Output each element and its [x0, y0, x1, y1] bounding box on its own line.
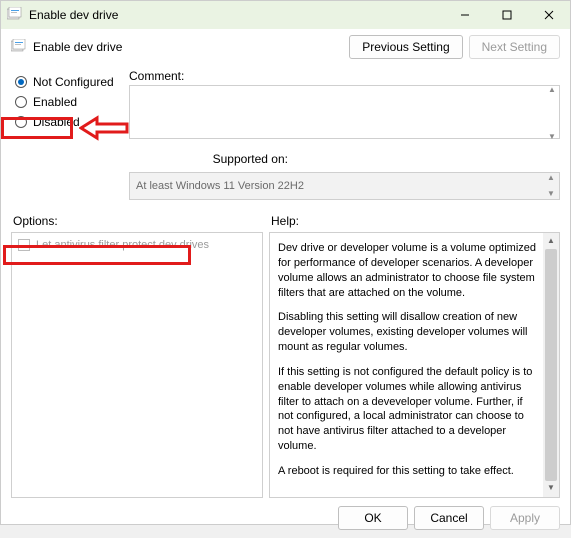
content-area: Enable dev drive Previous Setting Next S… — [1, 29, 570, 538]
radio-label: Enabled — [33, 95, 77, 109]
scroll-up-icon[interactable]: ▲ — [544, 174, 558, 182]
supported-on-field: At least Windows 11 Version 22H2 ▲ ▼ — [129, 172, 560, 200]
scroll-down-icon[interactable]: ▼ — [545, 133, 559, 141]
radio-enabled[interactable]: Enabled — [15, 95, 129, 109]
dialog-footer: OK Cancel Apply — [11, 498, 560, 530]
section-labels: Options: Help: — [11, 214, 560, 228]
antivirus-checkbox[interactable]: Let antivirus filter protect dev drives — [18, 239, 256, 251]
policy-name-label: Enable dev drive — [33, 40, 349, 54]
policy-icon — [11, 39, 27, 55]
radio-circle-icon — [15, 96, 27, 108]
help-scrollbar[interactable]: ▲ ▼ — [543, 233, 559, 497]
radio-not-configured[interactable]: Not Configured — [15, 75, 129, 89]
close-button[interactable] — [528, 1, 570, 29]
radio-circle-icon — [15, 116, 27, 128]
help-paragraph: A reboot is required for this setting to… — [278, 464, 537, 479]
comment-scroll[interactable]: ▲ ▼ — [545, 86, 559, 141]
help-paragraph: Disabling this setting will disallow cre… — [278, 310, 537, 355]
policy-header-row: Enable dev drive Previous Setting Next S… — [11, 35, 560, 59]
policy-editor-window: Enable dev drive Enable dev drive Previo… — [0, 0, 571, 525]
ok-button[interactable]: OK — [338, 506, 408, 530]
checkbox-icon — [18, 239, 30, 251]
help-pane: Dev drive or developer volume is a volum… — [269, 232, 560, 498]
checkbox-label: Let antivirus filter protect dev drives — [36, 239, 209, 251]
supported-on-value: At least Windows 11 Version 22H2 — [136, 180, 304, 192]
apply-button: Apply — [490, 506, 560, 530]
supported-on-label: Supported on: — [213, 152, 288, 166]
radio-label: Not Configured — [33, 75, 114, 89]
comment-label: Comment: — [129, 69, 560, 83]
panes-row: Let antivirus filter protect dev drives … — [11, 232, 560, 498]
scroll-down-icon[interactable]: ▼ — [544, 190, 558, 198]
radio-circle-icon — [15, 76, 27, 88]
radio-label: Disabled — [33, 115, 80, 129]
maximize-button[interactable] — [486, 1, 528, 29]
titlebar: Enable dev drive — [1, 1, 570, 29]
next-setting-button: Next Setting — [469, 35, 560, 59]
annotation-arrow-icon — [79, 113, 139, 143]
scroll-down-icon[interactable]: ▼ — [543, 481, 559, 497]
fields-column: Comment: ▲ ▼ Supported on: At least Wind… — [129, 69, 560, 200]
cancel-button[interactable]: Cancel — [414, 506, 484, 530]
help-section-label: Help: — [267, 214, 560, 228]
scroll-up-icon[interactable]: ▲ — [543, 233, 559, 249]
options-pane: Let antivirus filter protect dev drives — [11, 232, 263, 498]
comment-input[interactable] — [129, 85, 560, 139]
help-paragraph: If this setting is not configured the de… — [278, 365, 537, 454]
window-title: Enable dev drive — [29, 8, 444, 22]
minimize-button[interactable] — [444, 1, 486, 29]
help-paragraph: Dev drive or developer volume is a volum… — [278, 241, 537, 300]
scrollbar-thumb[interactable] — [545, 249, 557, 481]
scrollbar-track[interactable] — [543, 249, 559, 481]
supported-scroll[interactable]: ▲ ▼ — [544, 174, 558, 198]
scroll-up-icon[interactable]: ▲ — [545, 86, 559, 94]
previous-setting-button[interactable]: Previous Setting — [349, 35, 462, 59]
gpedit-icon — [7, 7, 23, 23]
options-section-label: Options: — [11, 214, 267, 228]
